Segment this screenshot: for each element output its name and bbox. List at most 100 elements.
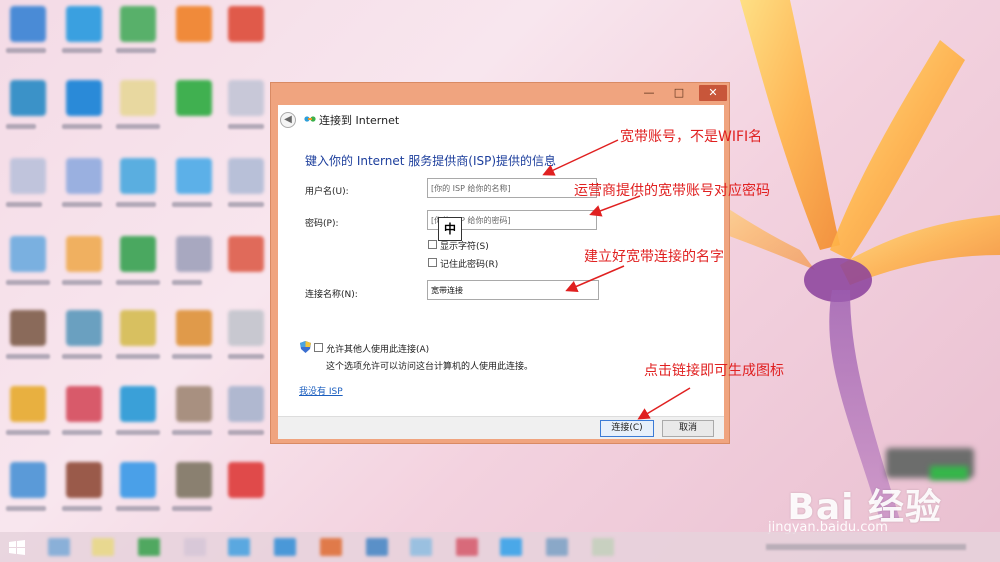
desktop-icon[interactable]	[228, 462, 264, 498]
desktop-icon-label	[116, 430, 160, 435]
desktop-icon[interactable]	[66, 6, 102, 42]
dialog-footer: 连接(C) 取消	[278, 416, 724, 439]
taskbar-app[interactable]	[138, 538, 160, 556]
title-bar[interactable]: — □ ✕	[271, 83, 729, 105]
username-input[interactable]: [你的 ISP 给你的名称]	[427, 178, 597, 198]
desktop-icon-label	[62, 202, 102, 207]
desktop-icon[interactable]	[66, 310, 102, 346]
desktop-icon[interactable]	[66, 462, 102, 498]
connection-name-label: 连接名称(N):	[305, 290, 358, 300]
taskbar-app[interactable]	[546, 538, 568, 556]
desktop-icon[interactable]	[120, 462, 156, 498]
allow-others-label[interactable]: 允许其他人使用此连接(A)	[326, 342, 429, 355]
desktop-icon[interactable]	[176, 386, 212, 422]
desktop-icon[interactable]	[120, 386, 156, 422]
annotation-connect: 点击链接即可生成图标	[644, 363, 784, 379]
desktop-icon[interactable]	[10, 6, 46, 42]
desktop-icon[interactable]	[120, 6, 156, 42]
desktop-icon-label	[116, 124, 160, 129]
desktop-icon[interactable]	[228, 158, 264, 194]
desktop-icon[interactable]	[176, 6, 212, 42]
desktop-icon[interactable]	[66, 80, 102, 116]
desktop-icon[interactable]	[176, 158, 212, 194]
taskbar-app[interactable]	[274, 538, 296, 556]
allow-others-checkbox[interactable]	[314, 343, 323, 352]
desktop-icon-label	[116, 48, 156, 53]
desktop-icon[interactable]	[10, 310, 46, 346]
annotation-username: 宽带账号，不是WIFI名	[620, 129, 763, 145]
desktop-icon[interactable]	[120, 158, 156, 194]
desktop-icon[interactable]	[228, 310, 264, 346]
desktop-icon-label	[62, 48, 102, 53]
desktop-icon[interactable]	[228, 80, 264, 116]
username-label: 用户名(U):	[305, 187, 349, 197]
taskbar-app[interactable]	[456, 538, 478, 556]
desktop-icon[interactable]	[120, 80, 156, 116]
remember-password-checkbox[interactable]	[428, 258, 437, 267]
taskbar-app[interactable]	[184, 538, 206, 556]
desktop-icon[interactable]	[10, 386, 46, 422]
desktop-icon-label	[6, 430, 50, 435]
taskbar-app[interactable]	[592, 538, 614, 556]
desktop-icon-label	[228, 202, 264, 207]
taskbar-app[interactable]	[228, 538, 250, 556]
desktop-icon[interactable]	[176, 462, 212, 498]
desktop-icon[interactable]	[10, 462, 46, 498]
desktop-icon-label	[172, 506, 212, 511]
desktop-icon-label	[228, 354, 264, 359]
dialog-heading: 键入你的 Internet 服务提供商(ISP)提供的信息	[305, 154, 557, 168]
desktop-icon-label	[62, 354, 102, 359]
desktop-icon-label	[228, 430, 264, 435]
connection-name-input[interactable]: 宽带连接	[427, 280, 599, 300]
desktop-icon[interactable]	[228, 6, 264, 42]
desktop-icon-label	[62, 124, 102, 129]
show-characters-label[interactable]: 显示字符(S)	[440, 239, 489, 252]
desktop-icon-label	[116, 354, 160, 359]
taskbar-app[interactable]	[410, 538, 432, 556]
back-arrow-icon[interactable]: ◀	[280, 112, 296, 128]
connect-button[interactable]: 连接(C)	[600, 420, 654, 437]
desktop-icon-label	[6, 506, 46, 511]
desktop-icon[interactable]	[10, 236, 46, 272]
taskbar-app[interactable]	[92, 538, 114, 556]
desktop-icon-label	[6, 124, 36, 129]
desktop-icon[interactable]	[120, 236, 156, 272]
password-label: 密码(P):	[305, 219, 339, 229]
taskbar-app[interactable]	[48, 538, 70, 556]
remember-password-label[interactable]: 记住此密码(R)	[440, 257, 498, 270]
desktop-icon[interactable]	[176, 236, 212, 272]
no-isp-link[interactable]: 我没有 ISP	[299, 384, 343, 397]
desktop-icon[interactable]	[120, 310, 156, 346]
network-connection-icon	[304, 116, 316, 122]
taskbar-app[interactable]	[366, 538, 388, 556]
desktop-icon[interactable]	[228, 386, 264, 422]
desktop-icon-label	[116, 280, 160, 285]
maximize-button[interactable]: □	[669, 85, 689, 101]
annotation-connection-name: 建立好宽带连接的名字	[584, 249, 724, 265]
system-tray[interactable]	[766, 544, 966, 550]
dialog-client-area: ◀ 连接到 Internet 键入你的 Internet 服务提供商(ISP)提…	[278, 105, 724, 439]
cancel-button[interactable]: 取消	[662, 420, 714, 437]
taskbar-app[interactable]	[500, 538, 522, 556]
desktop-icon-label	[62, 506, 102, 511]
minimize-button[interactable]: —	[639, 85, 659, 101]
desktop-icon[interactable]	[66, 158, 102, 194]
desktop-icon-label	[116, 506, 160, 511]
desktop-icon-label	[6, 202, 42, 207]
desktop-icon-label	[172, 430, 212, 435]
desktop-icon[interactable]	[66, 386, 102, 422]
desktop-icon[interactable]	[10, 158, 46, 194]
desktop-icon[interactable]	[66, 236, 102, 272]
show-characters-checkbox[interactable]	[428, 240, 437, 249]
allow-others-description: 这个选项允许可以访问这台计算机的人使用此连接。	[326, 362, 534, 372]
taskbar-app[interactable]	[320, 538, 342, 556]
desktop-icon[interactable]	[176, 310, 212, 346]
desktop-icon[interactable]	[176, 80, 212, 116]
close-button[interactable]: ✕	[699, 85, 727, 101]
desktop-icon-label	[6, 48, 46, 53]
ime-indicator: 中	[438, 217, 462, 241]
desktop-icon[interactable]	[10, 80, 46, 116]
desktop-icon-label	[116, 202, 156, 207]
windows-start-icon[interactable]	[9, 540, 25, 555]
desktop-icon[interactable]	[228, 236, 264, 272]
